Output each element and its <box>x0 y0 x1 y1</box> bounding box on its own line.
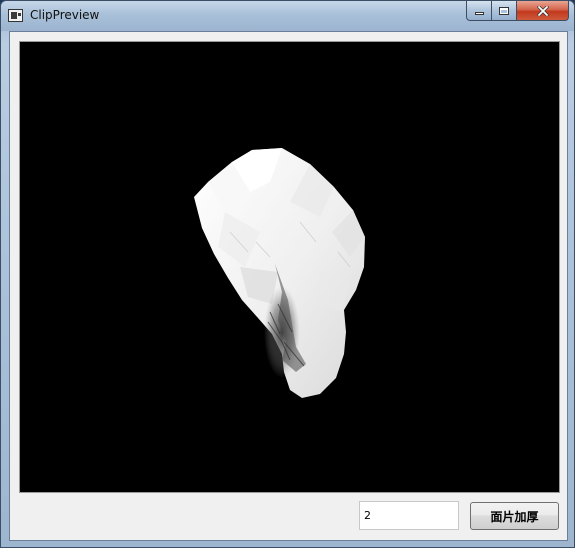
close-button[interactable] <box>517 1 569 21</box>
minimize-icon <box>474 12 484 15</box>
mesh-model <box>194 148 365 398</box>
maximize-button[interactable] <box>492 1 517 21</box>
thicken-mesh-button[interactable]: 面片加厚 <box>470 502 559 530</box>
maximize-icon <box>499 6 509 15</box>
caption-buttons <box>466 1 569 21</box>
title-bar[interactable]: ClipPreview <box>1 1 574 31</box>
window-title: ClipPreview <box>30 8 100 22</box>
thicken-button-label: 面片加厚 <box>490 509 539 524</box>
thickness-input[interactable] <box>359 501 459 530</box>
3d-preview-viewport[interactable] <box>19 41 560 493</box>
close-icon <box>536 5 549 16</box>
window-app-icon <box>8 9 23 22</box>
minimize-button[interactable] <box>466 1 492 21</box>
app-window: ClipPreview 2 面片加厚 <box>0 0 575 548</box>
client-area: 面片加厚 <box>9 31 568 541</box>
